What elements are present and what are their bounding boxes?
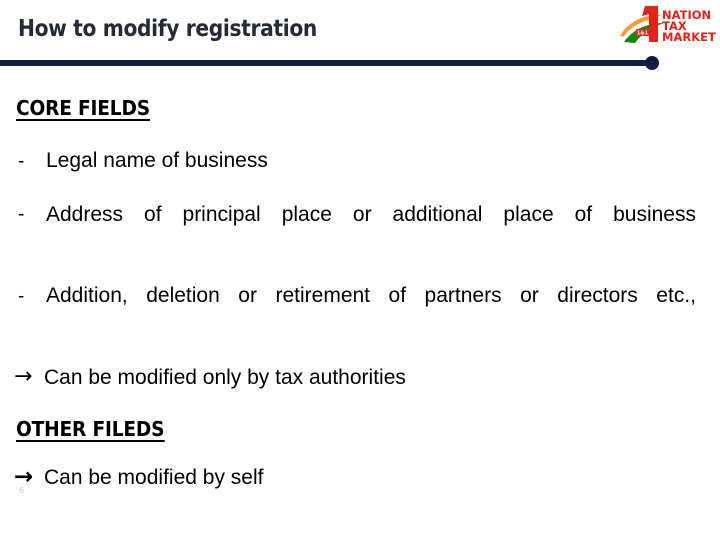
list-item-label: Legal name of business: [46, 149, 268, 172]
svg-text:1&1: 1&1: [637, 31, 649, 37]
list-item-label: Address of principal place or additional…: [46, 202, 696, 226]
core-fields-note: → Can be modified only by tax authoritie…: [14, 364, 696, 391]
other-fields-note-label: Can be modified by self: [44, 465, 264, 489]
core-fields-heading-row: CORE FIELDS: [0, 98, 720, 121]
svg-text:MARKET: MARKET: [662, 30, 716, 44]
arrow-artifact-mark: 6: [19, 485, 25, 495]
divider-line: [0, 60, 656, 66]
other-fields-heading-row: OTHER FILEDS: [0, 419, 720, 442]
dash-bullet-icon: -: [18, 285, 25, 307]
header-divider: [0, 56, 720, 70]
dash-bullet-icon: -: [18, 204, 25, 226]
right-arrow-icon: →: [14, 363, 33, 389]
list-item-label: Addition, deletion or retirement of part…: [46, 284, 696, 308]
other-fields-heading: OTHER FILEDS: [16, 416, 165, 442]
core-fields-heading: CORE FIELDS: [16, 96, 150, 121]
list-item: - Addition, deletion or retirement of pa…: [16, 282, 696, 337]
slide-body: CORE FIELDS - Legal name of business - A…: [0, 72, 720, 495]
other-fields-note: → 6 Can be modified by self: [14, 464, 696, 495]
divider-dot: [645, 56, 659, 70]
core-fields-note-label: Can be modified only by tax authorities: [44, 365, 406, 389]
list-item: - Address of principal place or addition…: [16, 201, 696, 256]
list-item: - Legal name of business: [16, 147, 696, 175]
one-nation-tax-market-logo: 1&1 NATION TAX MARKET: [618, 2, 716, 48]
slide-header: How to modify registration 1&1 NATION TA…: [0, 0, 720, 70]
page-title: How to modify registration: [18, 16, 317, 42]
dash-bullet-icon: -: [18, 150, 25, 172]
